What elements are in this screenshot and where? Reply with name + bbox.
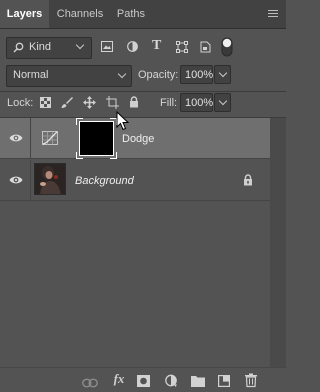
blend-mode-value: Normal: [13, 69, 49, 81]
new-layer-icon[interactable]: [218, 373, 230, 389]
layers-panel: Layers Channels Paths Kind T Normal Opac…: [0, 0, 286, 392]
panel-menu-icon[interactable]: [268, 10, 278, 18]
lock-artboard-icon[interactable]: [106, 96, 119, 109]
lock-transparent-pixels-icon[interactable]: [40, 97, 51, 108]
divider: [0, 91, 286, 92]
fill-label: Fill:: [160, 97, 178, 109]
lock-label: Lock:: [7, 97, 34, 109]
trash-icon[interactable]: [245, 372, 257, 388]
filter-toggle-icon[interactable]: [221, 37, 233, 57]
tab-channels[interactable]: Channels: [52, 0, 108, 28]
pixel-layer-filter-icon[interactable]: [101, 41, 113, 52]
chevron-down-icon: [117, 69, 127, 79]
layers-list: Dodge Background: [0, 118, 286, 367]
link-layers-icon[interactable]: [82, 375, 98, 391]
opacity-label: Opacity:: [138, 69, 179, 81]
mask-corner: [76, 118, 83, 125]
adjustment-layer-icon[interactable]: [165, 373, 178, 389]
tab-bar: Layers Channels Paths: [0, 0, 286, 29]
chevron-down-icon: [75, 40, 85, 50]
eye-visibility-icon[interactable]: [9, 174, 23, 186]
layer-image-thumbnail[interactable]: [34, 163, 66, 195]
opacity-dropdown-button[interactable]: [214, 65, 231, 84]
lock-position-icon[interactable]: [83, 96, 96, 109]
divider: [30, 118, 31, 158]
group-folder-icon[interactable]: [191, 373, 205, 389]
mask-corner: [76, 152, 83, 159]
eye-visibility-icon[interactable]: [9, 132, 23, 144]
filter-kind-select[interactable]: Kind: [6, 37, 92, 59]
tab-paths[interactable]: Paths: [110, 0, 152, 28]
curves-adjustment-icon: [42, 131, 58, 145]
lock-icon: [244, 174, 252, 186]
layer-name[interactable]: Background: [75, 175, 134, 187]
tab-layers[interactable]: Layers: [0, 0, 49, 28]
fill-dropdown-button[interactable]: [214, 93, 231, 112]
mask-corner: [110, 152, 117, 159]
mouse-cursor-icon: [116, 111, 130, 131]
type-layer-filter-icon[interactable]: T: [152, 38, 161, 54]
blend-mode-select[interactable]: Normal: [6, 65, 132, 87]
layer-row-background[interactable]: Background: [0, 160, 270, 201]
scrollbar[interactable]: [270, 118, 286, 367]
shape-layer-filter-icon[interactable]: [176, 41, 188, 53]
fx-icon[interactable]: fx: [111, 371, 127, 387]
divider: [30, 160, 31, 200]
lock-all-icon[interactable]: [129, 96, 139, 108]
bottom-toolbar: fx: [0, 367, 286, 392]
chevron-down-icon: [218, 68, 228, 78]
layer-mask-thumbnail[interactable]: [76, 118, 117, 159]
filter-kind-label: Kind: [29, 41, 52, 53]
layer-mask-icon[interactable]: [137, 373, 150, 389]
layer-row-dodge[interactable]: Dodge: [0, 118, 270, 159]
lock-image-pixels-icon[interactable]: [61, 96, 73, 109]
search-icon: [13, 42, 24, 53]
chevron-down-icon: [218, 96, 228, 106]
opacity-input[interactable]: 100%: [180, 65, 213, 84]
smart-object-filter-icon[interactable]: [200, 41, 211, 53]
fill-input[interactable]: 100%: [180, 93, 213, 112]
layer-name[interactable]: Dodge: [122, 133, 154, 145]
adjustment-layer-filter-icon[interactable]: [127, 41, 138, 52]
